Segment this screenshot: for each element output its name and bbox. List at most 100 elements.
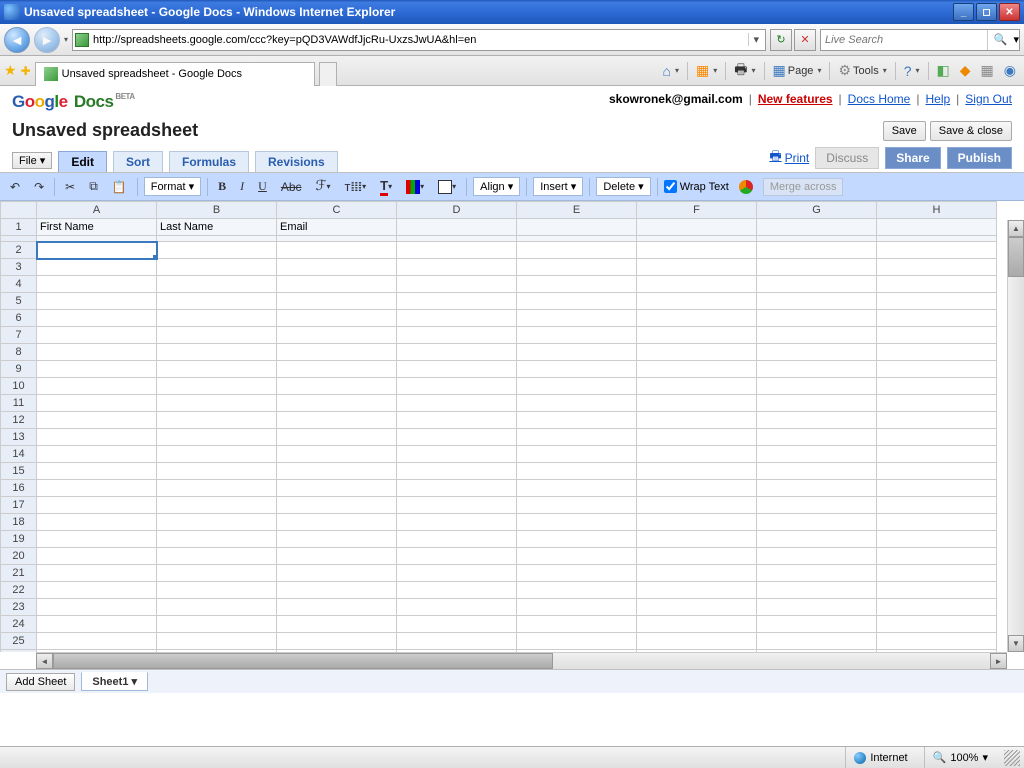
cell[interactable]: [277, 497, 397, 514]
column-header[interactable]: B: [157, 202, 277, 219]
row-header[interactable]: 1: [1, 219, 37, 236]
row-header[interactable]: 5: [1, 293, 37, 310]
discuss-button[interactable]: Discuss: [815, 147, 879, 169]
row-header[interactable]: 14: [1, 446, 37, 463]
cell[interactable]: [397, 497, 517, 514]
cell[interactable]: [877, 259, 997, 276]
cell[interactable]: [877, 446, 997, 463]
cell[interactable]: [517, 276, 637, 293]
bold-button[interactable]: B: [214, 177, 230, 196]
borders-button[interactable]: ▾: [434, 178, 460, 196]
cell[interactable]: [517, 514, 637, 531]
refresh-button[interactable]: ↻: [770, 29, 792, 51]
print-link[interactable]: 🖶Print: [769, 147, 809, 169]
cell[interactable]: [877, 219, 997, 236]
resize-grip[interactable]: [1004, 750, 1020, 766]
cell[interactable]: First Name: [37, 219, 157, 236]
row-header[interactable]: 3: [1, 259, 37, 276]
stop-button[interactable]: ✕: [794, 29, 816, 51]
browser-tab[interactable]: Unsaved spreadsheet - Google Docs: [35, 62, 315, 86]
cell[interactable]: [877, 378, 997, 395]
cell[interactable]: [397, 599, 517, 616]
cell[interactable]: [277, 361, 397, 378]
cell[interactable]: [157, 327, 277, 344]
column-header[interactable]: A: [37, 202, 157, 219]
cell[interactable]: [877, 344, 997, 361]
cell[interactable]: [757, 531, 877, 548]
cell[interactable]: [637, 616, 757, 633]
cell[interactable]: [157, 412, 277, 429]
save-button[interactable]: Save: [883, 121, 926, 141]
cell[interactable]: [277, 463, 397, 480]
row-header[interactable]: 19: [1, 531, 37, 548]
cell[interactable]: [37, 259, 157, 276]
row-header[interactable]: 10: [1, 378, 37, 395]
minimize-button[interactable]: _: [953, 3, 974, 21]
cell[interactable]: [277, 616, 397, 633]
cell[interactable]: [277, 565, 397, 582]
cell[interactable]: [397, 531, 517, 548]
cell[interactable]: [397, 480, 517, 497]
add-sheet-button[interactable]: Add Sheet: [6, 673, 75, 691]
cell[interactable]: [637, 412, 757, 429]
cell[interactable]: [877, 616, 997, 633]
print-button[interactable]: 🖶: [730, 60, 759, 82]
cell[interactable]: [517, 565, 637, 582]
home-button[interactable]: ⌂: [659, 60, 683, 82]
cell[interactable]: [517, 344, 637, 361]
row-header[interactable]: 18: [1, 514, 37, 531]
select-all-corner[interactable]: [1, 202, 37, 219]
cell[interactable]: [397, 633, 517, 650]
chart-icon[interactable]: [735, 178, 757, 196]
cell[interactable]: [37, 412, 157, 429]
cell[interactable]: [397, 616, 517, 633]
cell[interactable]: [37, 276, 157, 293]
cell[interactable]: [757, 276, 877, 293]
cell[interactable]: [397, 276, 517, 293]
cell[interactable]: [517, 599, 637, 616]
cell[interactable]: [277, 293, 397, 310]
help-link[interactable]: Help: [925, 92, 950, 106]
cell[interactable]: [877, 582, 997, 599]
cell[interactable]: [637, 514, 757, 531]
cell[interactable]: [277, 344, 397, 361]
undo-button[interactable]: ↶: [6, 178, 24, 196]
cell[interactable]: [397, 565, 517, 582]
url-dropdown-icon[interactable]: ▾: [748, 33, 763, 46]
cell[interactable]: [757, 548, 877, 565]
cell[interactable]: [157, 259, 277, 276]
search-dropdown-icon[interactable]: ▾: [1013, 33, 1019, 46]
horizontal-scrollbar[interactable]: ◄ ►: [36, 652, 1007, 669]
cell[interactable]: [157, 565, 277, 582]
cell[interactable]: [877, 310, 997, 327]
insert-menu[interactable]: Insert ▾: [533, 177, 583, 196]
url-input[interactable]: [93, 34, 748, 46]
cell[interactable]: [637, 480, 757, 497]
page-menu[interactable]: ▦ Page: [769, 60, 826, 82]
cell[interactable]: [757, 599, 877, 616]
cell[interactable]: [277, 276, 397, 293]
row-header[interactable]: 6: [1, 310, 37, 327]
cell[interactable]: [397, 219, 517, 236]
column-header[interactable]: D: [397, 202, 517, 219]
cell[interactable]: [37, 463, 157, 480]
cell[interactable]: [277, 446, 397, 463]
cell[interactable]: [37, 378, 157, 395]
cell[interactable]: [157, 344, 277, 361]
cell[interactable]: [37, 514, 157, 531]
cell[interactable]: [757, 259, 877, 276]
back-button[interactable]: ◄: [4, 27, 30, 53]
row-header[interactable]: 13: [1, 429, 37, 446]
cell[interactable]: [637, 633, 757, 650]
new-tab-button[interactable]: [319, 62, 337, 86]
row-header[interactable]: 22: [1, 582, 37, 599]
tab-sort[interactable]: Sort: [113, 151, 163, 172]
column-header[interactable]: G: [757, 202, 877, 219]
cell[interactable]: [637, 219, 757, 236]
cell[interactable]: [517, 429, 637, 446]
cell[interactable]: [877, 395, 997, 412]
row-header[interactable]: 24: [1, 616, 37, 633]
cell[interactable]: [517, 497, 637, 514]
cell[interactable]: [877, 480, 997, 497]
cell[interactable]: [517, 327, 637, 344]
